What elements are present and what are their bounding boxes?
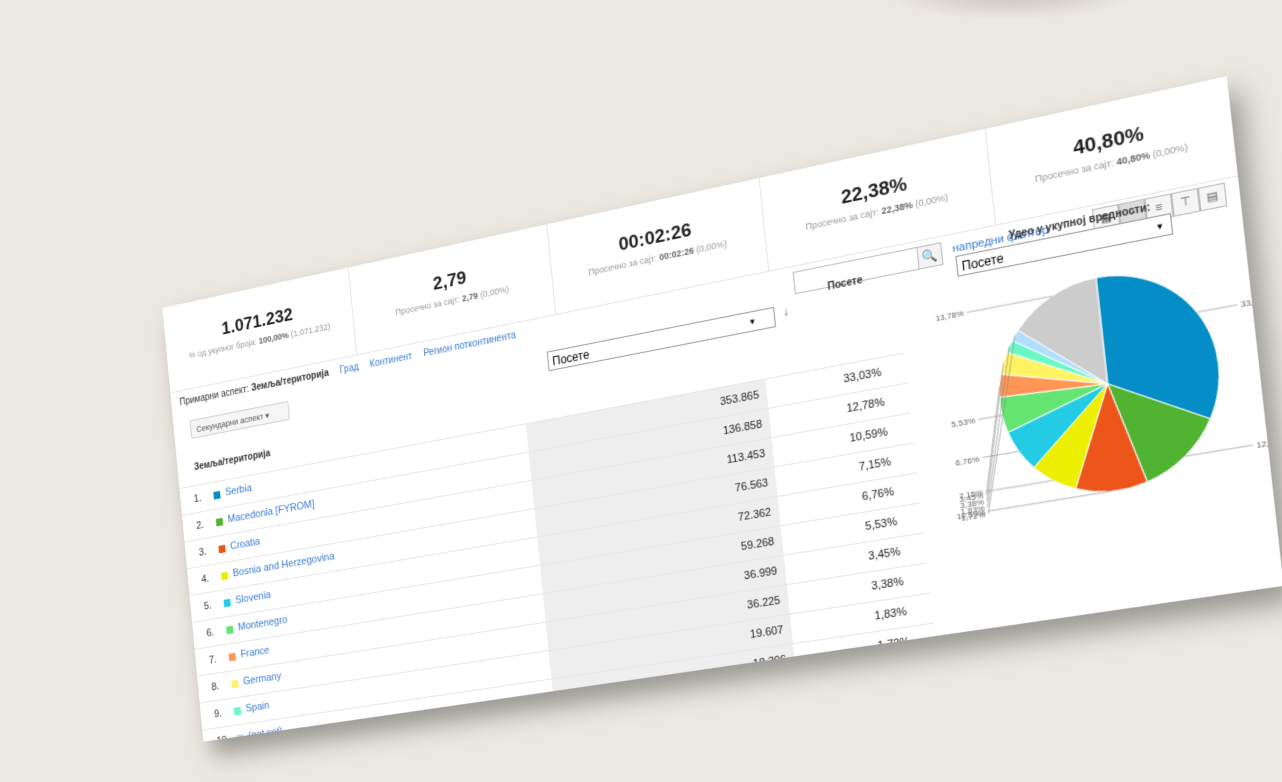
color-swatch	[231, 679, 239, 689]
color-swatch	[220, 571, 229, 581]
sort-arrow-icon[interactable]: ↓	[782, 304, 789, 319]
pie-slice-label: 6,76%	[955, 454, 980, 468]
pie-label-line	[988, 491, 1112, 511]
background-shadow	[880, 0, 1140, 20]
country-column-header: Земља/територија	[193, 448, 271, 474]
row-index: 7.	[208, 653, 218, 667]
analytics-report: 1.071.232% од укупног броја: 100,00% (1.…	[162, 76, 1282, 742]
color-swatch	[218, 544, 226, 554]
color-swatch	[213, 490, 221, 500]
pie-label-line	[986, 480, 1053, 491]
color-swatch	[215, 517, 224, 527]
country-link[interactable]: Croatia	[230, 536, 261, 552]
metric-1: 2,79 Просечно за сајт: 2,79 (0,00%)	[348, 224, 557, 355]
country-link[interactable]: Germany	[243, 670, 282, 687]
metric-2: 00:02:26 Просечно за сајт: 00:02:26 (0,00…	[547, 178, 769, 314]
row-index: 9.	[213, 707, 223, 721]
country-link[interactable]: France	[240, 645, 270, 661]
metric-select[interactable]: Посете ▼	[546, 306, 777, 372]
color-swatch	[236, 734, 244, 742]
pie-label-line	[978, 415, 1002, 419]
row-index: 5.	[203, 600, 213, 613]
pie-label-line	[982, 451, 1019, 457]
row-index: 2.	[195, 519, 205, 532]
pie-slice-label: 33,03%	[1240, 294, 1272, 310]
pie-slice-label: 5,53%	[951, 415, 976, 429]
visits-share-pie-chart: 33,03%12,78%10,59%7,15%6,76%5,53%3,45%3,…	[935, 227, 1275, 523]
color-swatch	[233, 706, 242, 716]
search-icon[interactable]: 🔍	[916, 242, 944, 270]
dimension-continent-link[interactable]: Континент	[369, 351, 412, 370]
row-index: 6.	[206, 626, 215, 640]
row-index: 4.	[200, 573, 210, 586]
pie-label-line	[1197, 305, 1237, 312]
color-swatch	[226, 625, 234, 635]
country-link[interactable]: Slovenia	[235, 589, 271, 606]
color-swatch	[223, 598, 231, 608]
pie-label-line	[1185, 445, 1253, 456]
country-link[interactable]: Serbia	[225, 482, 253, 498]
country-link[interactable]: (not set)	[248, 726, 283, 742]
pie-slice-label: 13,78%	[935, 308, 965, 323]
row-index: 8.	[211, 680, 220, 694]
country-link[interactable]: Montenegro	[237, 614, 287, 633]
pie-slice-label: 12,78%	[1256, 435, 1275, 450]
country-table: 1. Serbia 353.865 33,03% 2. Macedonia [FYROM]…	[179, 352, 937, 742]
row-index: 10.	[216, 734, 231, 742]
secondary-dimension-dropdown[interactable]: Секундарни аспект ▾	[189, 400, 291, 439]
color-swatch	[228, 652, 237, 662]
dimension-city-link[interactable]: Град	[339, 362, 359, 376]
row-index: 3.	[198, 546, 208, 559]
country-link[interactable]: Spain	[245, 700, 270, 715]
row-index: 1.	[193, 492, 202, 506]
